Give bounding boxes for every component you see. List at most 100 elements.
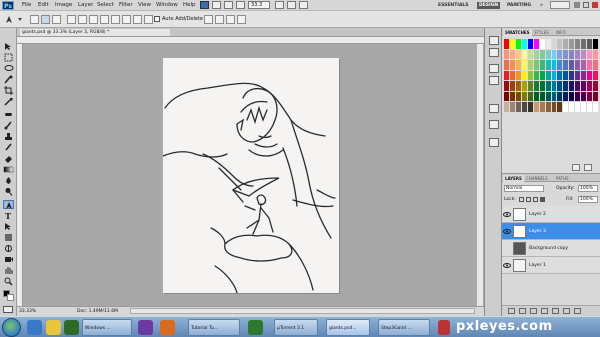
swatch[interactable] xyxy=(593,91,598,102)
swatch[interactable] xyxy=(539,49,545,60)
lasso-tool-icon[interactable] xyxy=(3,64,14,73)
swatch[interactable] xyxy=(587,102,593,112)
swatch[interactable] xyxy=(504,70,509,81)
fill-input[interactable]: 100% xyxy=(578,196,598,203)
swatch[interactable] xyxy=(521,49,527,60)
swatch[interactable] xyxy=(593,60,598,70)
swatch[interactable] xyxy=(587,39,593,49)
swatch[interactable] xyxy=(527,102,533,112)
swatch[interactable] xyxy=(569,60,575,70)
line-icon[interactable] xyxy=(133,15,142,24)
zoom-dropdown[interactable]: 33.3 xyxy=(248,1,270,9)
lock-position-icon[interactable] xyxy=(533,197,538,202)
swatch[interactable] xyxy=(545,91,551,102)
swatch[interactable] xyxy=(533,39,539,49)
media-player-icon[interactable] xyxy=(64,320,79,335)
brush-panel-icon[interactable] xyxy=(489,104,499,113)
swatch[interactable] xyxy=(557,70,563,81)
new-swatch-icon[interactable] xyxy=(572,164,580,171)
quick-mask-icon[interactable] xyxy=(3,306,13,313)
tab-swatches[interactable]: SWATCHES xyxy=(503,29,532,36)
bridge-icon[interactable] xyxy=(200,1,209,9)
3d-camera-tool-icon[interactable] xyxy=(3,255,14,264)
swatch[interactable] xyxy=(551,49,557,60)
menu-help[interactable]: Help xyxy=(183,1,196,10)
swatch[interactable] xyxy=(581,60,587,70)
swatch[interactable] xyxy=(521,102,527,112)
eyedropper-tool-icon[interactable] xyxy=(3,97,14,106)
eraser-tool-icon[interactable] xyxy=(3,154,14,163)
cs-live-button[interactable] xyxy=(550,1,570,9)
swatch[interactable] xyxy=(569,49,575,60)
status-zoom[interactable]: 33.33% xyxy=(19,307,36,316)
swatch[interactable] xyxy=(521,60,527,70)
swatch[interactable] xyxy=(527,60,533,70)
blur-tool-icon[interactable] xyxy=(3,176,14,185)
layer-row[interactable]: Layer 2 xyxy=(502,206,600,223)
brush-tool-icon[interactable] xyxy=(3,121,14,130)
screen-mode-icon[interactable] xyxy=(299,1,308,9)
swatch[interactable] xyxy=(539,81,545,91)
menu-view[interactable]: View xyxy=(138,1,151,10)
swatch[interactable] xyxy=(539,102,545,112)
tab-styles[interactable]: STYLES xyxy=(532,29,551,36)
tab-channels[interactable]: CHANNELS xyxy=(524,175,550,182)
blend-mode-select[interactable]: Normal xyxy=(504,185,544,192)
3d-rotate-tool-icon[interactable] xyxy=(3,244,14,253)
paths-mode-icon[interactable] xyxy=(41,15,50,24)
history-brush-tool-icon[interactable] xyxy=(3,143,14,152)
background-color-swatch[interactable] xyxy=(7,294,14,301)
rounded-rectangle-icon[interactable] xyxy=(100,15,109,24)
swatch[interactable] xyxy=(545,81,551,91)
taskbar-utorrent[interactable]: µTorrent 3.1 xyxy=(274,319,318,336)
swatch[interactable] xyxy=(551,39,557,49)
layer-visibility-eye-icon[interactable] xyxy=(503,211,511,218)
swatch[interactable] xyxy=(515,91,521,102)
swatch[interactable] xyxy=(551,81,557,91)
swatch[interactable] xyxy=(515,49,521,60)
marquee-tool-icon[interactable] xyxy=(3,53,14,62)
swatch[interactable] xyxy=(581,49,587,60)
tray-app-icon[interactable] xyxy=(438,320,450,335)
swatch[interactable] xyxy=(593,81,598,91)
swatch[interactable] xyxy=(575,102,581,112)
internet-explorer-icon[interactable] xyxy=(27,320,42,335)
menu-image[interactable]: Image xyxy=(55,1,72,10)
layer-visibility-eye-icon[interactable] xyxy=(503,228,511,235)
swatch[interactable] xyxy=(563,102,569,112)
swatch[interactable] xyxy=(575,60,581,70)
swatch[interactable] xyxy=(563,81,569,91)
swatch[interactable] xyxy=(551,102,557,112)
swatch[interactable] xyxy=(587,60,593,70)
firefox-icon[interactable] xyxy=(160,320,175,335)
swatch[interactable] xyxy=(527,81,533,91)
mini-bridge-icon[interactable] xyxy=(212,1,221,9)
freeform-pen-icon[interactable] xyxy=(78,15,87,24)
swatch[interactable] xyxy=(539,91,545,102)
menu-select[interactable]: Select xyxy=(97,1,114,10)
swatch[interactable] xyxy=(509,81,515,91)
custom-shape-icon[interactable] xyxy=(144,15,153,24)
workspace-more[interactable]: » xyxy=(538,2,545,9)
link-layers-icon[interactable] xyxy=(508,308,515,314)
swatch[interactable] xyxy=(509,102,515,112)
start-button[interactable] xyxy=(2,318,21,337)
type-tool-icon[interactable]: T xyxy=(3,211,14,220)
fill-pixels-icon[interactable] xyxy=(52,15,61,24)
lock-pixels-icon[interactable] xyxy=(526,197,531,202)
path-exclude-icon[interactable] xyxy=(237,15,246,24)
hand-rotate-icon[interactable] xyxy=(275,1,284,9)
tab-paths[interactable]: PATHS xyxy=(554,175,571,182)
swatch[interactable] xyxy=(569,81,575,91)
delete-swatch-icon[interactable] xyxy=(584,164,592,171)
swatch[interactable] xyxy=(504,91,509,102)
swatch[interactable] xyxy=(569,91,575,102)
swatch[interactable] xyxy=(581,39,587,49)
swatch[interactable] xyxy=(504,102,509,112)
zoom-tool-icon[interactable] xyxy=(3,277,14,286)
swatch[interactable] xyxy=(569,102,575,112)
swatch[interactable] xyxy=(587,81,593,91)
swatch[interactable] xyxy=(521,81,527,91)
swatch[interactable] xyxy=(515,81,521,91)
gradient-tool-icon[interactable] xyxy=(3,165,14,174)
